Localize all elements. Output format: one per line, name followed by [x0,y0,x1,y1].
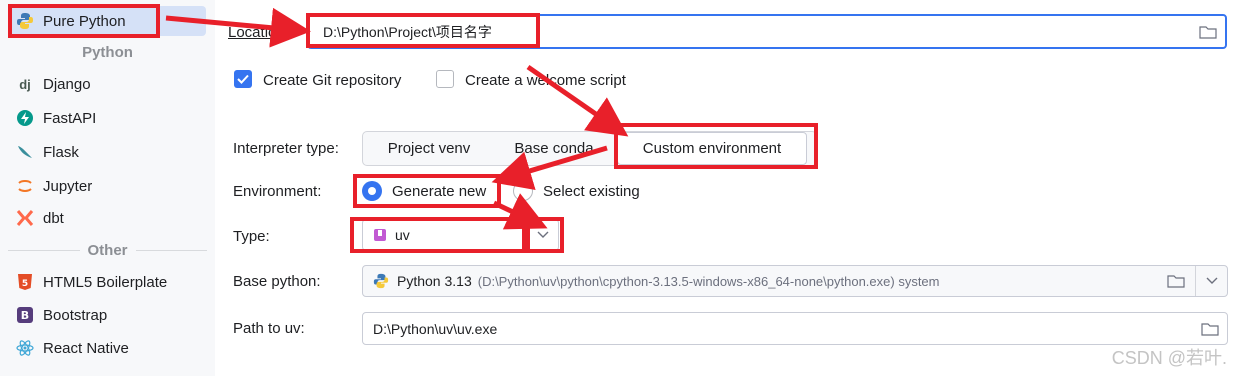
dbt-icon [15,208,35,228]
bootstrap-icon: B [15,305,35,325]
location-value: D:\Python\Project\项目名字 [323,23,492,40]
interpreter-type-label: Interpreter type: [233,140,339,157]
base-python-name: Python 3.13 [397,273,472,289]
fastapi-icon [15,108,35,128]
location-field[interactable]: D:\Python\Project\项目名字 [307,14,1227,49]
generate-new-label: Generate new [392,183,487,200]
select-existing-label: Select existing [543,183,640,200]
project-settings-panel: Location: D:\Python\Project\项目名字 Create … [215,0,1235,376]
django-icon: dj [19,76,31,92]
project-type-sidebar: Pure Python Python dj Django FastAPI Fla… [0,0,215,376]
tab-base-conda[interactable]: Base conda [495,132,613,165]
sidebar-item-label: Flask [43,143,79,161]
sidebar-item-label: HTML5 Boilerplate [43,273,168,291]
tab-label: Base conda [514,140,594,157]
sidebar-item-label: FastAPI [43,109,97,127]
type-label: Type: [233,228,270,245]
folder-icon[interactable] [1167,274,1185,288]
sidebar-item-jupyter[interactable]: Jupyter [8,171,206,201]
sidebar-item-django[interactable]: dj Django [8,69,206,99]
sidebar-item-dbt[interactable]: dbt [8,203,206,233]
tab-label: Project venv [387,140,471,157]
svg-text:B: B [21,309,29,322]
sidebar-item-pure-python[interactable]: Pure Python [8,6,206,36]
base-python-dropdown[interactable]: Python 3.13 (D:\Python\uv\python\cpython… [362,265,1228,297]
sidebar-item-fastapi[interactable]: FastAPI [8,103,206,133]
select-existing-radio[interactable] [513,181,533,201]
python-icon [373,273,389,289]
welcome-script-checkbox[interactable] [436,70,454,88]
sidebar-item-label: React Native [43,339,129,357]
location-label: Location: [228,24,289,41]
tab-custom-environment[interactable]: Custom environment [617,132,807,165]
sidebar-item-bootstrap[interactable]: B Bootstrap [8,300,206,330]
uv-icon [374,229,386,241]
sidebar-item-react-native[interactable]: React Native [8,333,206,363]
path-to-uv-label: Path to uv: [233,320,305,337]
html5-icon: 5 [15,272,35,292]
environment-label: Environment: [233,183,322,200]
git-checkbox[interactable] [234,70,252,88]
interpreter-type-selector: Project venv Base conda Custom environme… [362,131,817,166]
git-checkbox-label: Create Git repository [263,72,402,89]
chevron-down-icon[interactable] [526,220,558,250]
sidebar-item-label: Pure Python [43,12,126,30]
sidebar-item-label: Bootstrap [43,306,108,324]
svg-text:5: 5 [22,279,28,289]
folder-icon[interactable] [1199,25,1217,39]
tab-label: Custom environment [642,140,782,157]
python-icon [15,11,35,31]
group-title-python: Python [82,43,133,61]
jupyter-icon [15,176,35,196]
group-title-other: Other [0,240,215,260]
welcome-script-label: Create a welcome script [465,72,626,89]
react-icon [15,338,35,358]
sidebar-item-flask[interactable]: Flask [8,137,206,167]
sidebar-item-html5[interactable]: 5 HTML5 Boilerplate [8,267,206,297]
base-python-path: (D:\Python\uv\python\cpython-3.13.5-wind… [477,273,940,289]
sidebar-item-label: Jupyter [43,177,93,195]
checkmark-icon [237,74,249,84]
tab-project-venv[interactable]: Project venv [363,132,495,165]
chevron-down-icon[interactable] [1195,266,1227,296]
sidebar-item-label: dbt [43,209,64,227]
uv-path-value: D:\Python\uv\uv.exe [373,320,498,337]
base-python-label: Base python: [233,273,321,290]
generate-new-radio[interactable] [362,181,382,201]
type-value: uv [395,227,410,243]
sidebar-item-label: Django [43,75,91,93]
flask-icon [15,142,35,162]
watermark: CSDN @若叶. [1111,348,1227,368]
folder-icon[interactable] [1201,322,1219,336]
path-to-uv-field[interactable]: D:\Python\uv\uv.exe [362,312,1228,345]
type-dropdown[interactable]: uv [362,219,559,251]
